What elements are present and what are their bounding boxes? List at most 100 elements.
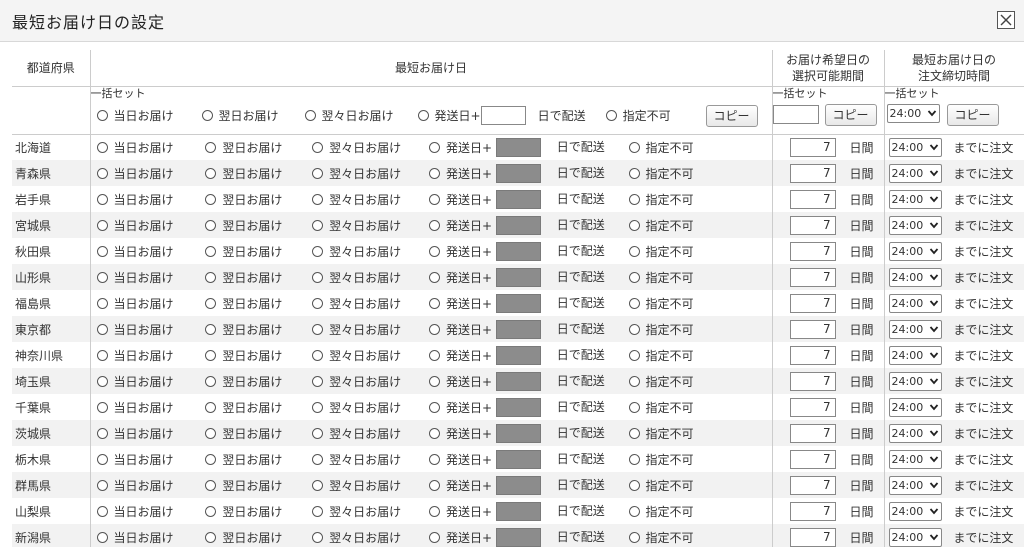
- option-next-day[interactable]: 翌日お届け: [203, 321, 306, 338]
- radio-icon[interactable]: [205, 531, 217, 543]
- option-ship-plus[interactable]: 発送日+: [427, 503, 492, 520]
- option-same-day[interactable]: 当日お届け: [95, 529, 200, 546]
- radio-icon[interactable]: [205, 323, 217, 335]
- option-ship-plus[interactable]: 発送日+: [427, 373, 492, 390]
- option-ship-plus[interactable]: 発送日+: [427, 347, 492, 364]
- period-input[interactable]: 7: [789, 189, 836, 209]
- radio-icon[interactable]: [96, 297, 108, 309]
- radio-icon[interactable]: [312, 271, 324, 283]
- radio-icon[interactable]: [312, 505, 324, 517]
- bulk-option-next-day[interactable]: 翌日お届け: [200, 107, 303, 124]
- option-not-specified[interactable]: 指定不可: [627, 165, 707, 182]
- option-day-after-next[interactable]: 翌々日お届け: [310, 269, 423, 286]
- radio-icon[interactable]: [628, 271, 640, 283]
- period-input[interactable]: 7: [789, 527, 836, 547]
- option-same-day[interactable]: 当日お届け: [95, 295, 200, 312]
- radio-icon[interactable]: [205, 479, 217, 491]
- option-next-day[interactable]: 翌日お届け: [203, 529, 306, 546]
- option-not-specified[interactable]: 指定不可: [627, 451, 707, 468]
- radio-icon[interactable]: [312, 141, 324, 153]
- radio-icon[interactable]: [428, 349, 440, 361]
- option-same-day[interactable]: 当日お届け: [95, 243, 200, 260]
- bulk-ship-days-input[interactable]: [480, 106, 526, 125]
- radio-icon[interactable]: [312, 427, 324, 439]
- option-day-after-next[interactable]: 翌々日お届け: [310, 425, 423, 442]
- radio-icon[interactable]: [428, 453, 440, 465]
- option-ship-plus[interactable]: 発送日+: [427, 321, 492, 338]
- radio-icon[interactable]: [628, 297, 640, 309]
- radio-icon[interactable]: [312, 323, 324, 335]
- option-same-day[interactable]: 当日お届け: [95, 503, 200, 520]
- option-same-day[interactable]: 当日お届け: [95, 373, 200, 390]
- cutoff-select[interactable]: 24:00: [888, 267, 942, 287]
- option-ship-plus[interactable]: 発送日+: [427, 529, 492, 546]
- option-same-day[interactable]: 当日お届け: [95, 399, 200, 416]
- radio-icon[interactable]: [96, 219, 108, 231]
- radio-icon[interactable]: [628, 349, 640, 361]
- option-ship-plus[interactable]: 発送日+: [427, 399, 492, 416]
- option-day-after-next[interactable]: 翌々日お届け: [310, 165, 423, 182]
- option-same-day[interactable]: 当日お届け: [95, 191, 200, 208]
- radio-icon[interactable]: [628, 323, 640, 335]
- option-same-day[interactable]: 当日お届け: [95, 165, 200, 182]
- option-not-specified[interactable]: 指定不可: [627, 295, 707, 312]
- radio-icon[interactable]: [628, 245, 640, 257]
- radio-icon[interactable]: [428, 141, 440, 153]
- option-next-day[interactable]: 翌日お届け: [203, 347, 306, 364]
- period-input[interactable]: 7: [789, 475, 836, 495]
- period-input[interactable]: 7: [789, 215, 836, 235]
- option-next-day[interactable]: 翌日お届け: [203, 165, 306, 182]
- option-day-after-next[interactable]: 翌々日お届け: [310, 451, 423, 468]
- radio-icon[interactable]: [428, 271, 440, 283]
- cutoff-select[interactable]: 24:00: [888, 423, 942, 443]
- option-not-specified[interactable]: 指定不可: [627, 529, 707, 546]
- radio-icon[interactable]: [96, 505, 108, 517]
- radio-icon[interactable]: [205, 245, 217, 257]
- radio-icon[interactable]: [312, 375, 324, 387]
- bulk-period-input[interactable]: [772, 104, 819, 124]
- radio-icon[interactable]: [417, 110, 429, 121]
- cutoff-select[interactable]: 24:00: [888, 189, 942, 209]
- radio-icon[interactable]: [428, 297, 440, 309]
- option-next-day[interactable]: 翌日お届け: [203, 425, 306, 442]
- option-next-day[interactable]: 翌日お届け: [203, 217, 306, 234]
- radio-icon[interactable]: [205, 193, 217, 205]
- option-not-specified[interactable]: 指定不可: [627, 373, 707, 390]
- option-not-specified[interactable]: 指定不可: [627, 347, 707, 364]
- option-next-day[interactable]: 翌日お届け: [203, 399, 306, 416]
- radio-icon[interactable]: [428, 401, 440, 413]
- radio-icon[interactable]: [428, 505, 440, 517]
- radio-icon[interactable]: [628, 453, 640, 465]
- option-day-after-next[interactable]: 翌々日お届け: [310, 217, 423, 234]
- period-input[interactable]: 7: [789, 501, 836, 521]
- option-next-day[interactable]: 翌日お届け: [203, 477, 306, 494]
- option-next-day[interactable]: 翌日お届け: [203, 373, 306, 390]
- option-same-day[interactable]: 当日お届け: [95, 451, 200, 468]
- radio-icon[interactable]: [312, 453, 324, 465]
- radio-icon[interactable]: [201, 110, 213, 121]
- option-day-after-next[interactable]: 翌々日お届け: [310, 191, 423, 208]
- option-not-specified[interactable]: 指定不可: [627, 399, 707, 416]
- cutoff-select[interactable]: 24:00: [888, 501, 942, 521]
- option-day-after-next[interactable]: 翌々日お届け: [310, 503, 423, 520]
- period-input[interactable]: 7: [789, 371, 836, 391]
- option-ship-plus[interactable]: 発送日+: [427, 165, 492, 182]
- option-next-day[interactable]: 翌日お届け: [203, 295, 306, 312]
- option-same-day[interactable]: 当日お届け: [95, 321, 200, 338]
- option-day-after-next[interactable]: 翌々日お届け: [310, 321, 423, 338]
- radio-icon[interactable]: [628, 401, 640, 413]
- option-same-day[interactable]: 当日お届け: [95, 217, 200, 234]
- radio-icon[interactable]: [312, 297, 324, 309]
- option-next-day[interactable]: 翌日お届け: [203, 139, 306, 156]
- radio-icon[interactable]: [96, 167, 108, 179]
- option-next-day[interactable]: 翌日お届け: [203, 243, 306, 260]
- copy-button-cutoff[interactable]: コピー: [946, 103, 999, 126]
- radio-icon[interactable]: [312, 219, 324, 231]
- radio-icon[interactable]: [96, 271, 108, 283]
- radio-icon[interactable]: [312, 479, 324, 491]
- radio-icon[interactable]: [96, 349, 108, 361]
- option-same-day[interactable]: 当日お届け: [95, 347, 200, 364]
- period-input[interactable]: 7: [789, 397, 836, 417]
- cutoff-select[interactable]: 24:00: [888, 527, 942, 547]
- option-day-after-next[interactable]: 翌々日お届け: [310, 529, 423, 546]
